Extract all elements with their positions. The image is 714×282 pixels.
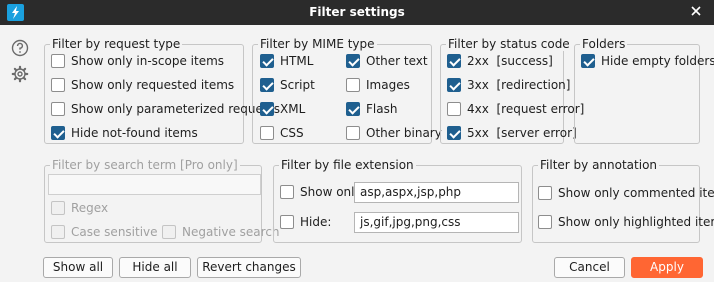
checkbox-box[interactable] bbox=[51, 102, 65, 116]
checkbox-box[interactable] bbox=[260, 54, 274, 68]
regex-checkbox[interactable]: Regex bbox=[51, 200, 108, 216]
help-icon[interactable] bbox=[11, 39, 29, 57]
status-2xx-checkbox[interactable]: 2xx [success] bbox=[447, 53, 553, 69]
title-bar: Filter settings bbox=[0, 0, 714, 25]
checkbox-label: Show only commented items bbox=[558, 186, 714, 200]
checkbox-box[interactable] bbox=[346, 126, 360, 140]
hide-all-button[interactable]: Hide all bbox=[119, 257, 191, 278]
checkbox-box[interactable] bbox=[581, 54, 595, 68]
annotation-legend: Filter by annotation bbox=[538, 158, 660, 172]
checkbox-label: Hide empty folders bbox=[601, 54, 714, 68]
checkbox-box[interactable] bbox=[162, 225, 176, 239]
checkbox-label: XML bbox=[280, 102, 306, 116]
annotation-group: Filter by annotation bbox=[532, 158, 700, 243]
checkbox-label: 4xx [request error] bbox=[467, 102, 585, 116]
checkbox-label: Flash bbox=[366, 102, 398, 116]
mime-flash-checkbox[interactable]: Flash bbox=[346, 101, 397, 117]
show-all-button[interactable]: Show all bbox=[43, 257, 113, 278]
mime-other-text-checkbox[interactable]: Other text bbox=[346, 53, 428, 69]
checkbox-box[interactable] bbox=[260, 126, 274, 140]
checkbox-label: Hide: bbox=[300, 215, 332, 229]
show-requested-checkbox[interactable]: Show only requested items bbox=[51, 77, 234, 93]
checkbox-box[interactable] bbox=[346, 54, 360, 68]
window-title: Filter settings bbox=[309, 5, 405, 19]
checkbox-label: Other text bbox=[366, 54, 428, 68]
hide-extension-input[interactable]: js,gif,jpg,png,css bbox=[354, 212, 519, 233]
checkbox-label: Regex bbox=[71, 201, 109, 215]
negative-search-checkbox[interactable]: Negative search bbox=[162, 224, 280, 240]
checkbox-box[interactable] bbox=[346, 78, 360, 92]
checkbox-label: Hide not-found items bbox=[71, 126, 198, 140]
checkbox-box[interactable] bbox=[538, 215, 552, 229]
mime-images-checkbox[interactable]: Images bbox=[346, 77, 410, 93]
checkbox-box[interactable] bbox=[447, 54, 461, 68]
checkbox-box[interactable] bbox=[538, 186, 552, 200]
checkbox-box[interactable] bbox=[260, 78, 274, 92]
checkbox-label: Other binary bbox=[366, 126, 442, 140]
checkbox-label: 3xx [redirection] bbox=[467, 78, 571, 92]
show-commented-checkbox[interactable]: Show only commented items bbox=[538, 185, 714, 201]
checkbox-box[interactable] bbox=[447, 126, 461, 140]
checkbox-label: Show only requested items bbox=[71, 78, 235, 92]
folders-legend: Folders bbox=[580, 37, 628, 51]
hide-empty-folders-checkbox[interactable]: Hide empty folders bbox=[581, 53, 714, 69]
checkbox-box[interactable] bbox=[280, 215, 294, 229]
mime-type-legend: Filter by MIME type bbox=[258, 37, 377, 51]
checkbox-box[interactable] bbox=[280, 185, 294, 199]
file-extension-legend: Filter by file extension bbox=[279, 158, 416, 172]
show-in-scope-checkbox[interactable]: Show only in-scope items bbox=[51, 53, 224, 69]
cancel-button[interactable]: Cancel bbox=[554, 257, 625, 278]
checkbox-label: Show only highlighted items bbox=[558, 215, 714, 229]
show-only-extension-input[interactable]: asp,aspx,jsp,php bbox=[354, 182, 519, 203]
revert-changes-button[interactable]: Revert changes bbox=[197, 257, 301, 278]
status-5xx-checkbox[interactable]: 5xx [server error] bbox=[447, 125, 577, 141]
search-term-legend: Filter by search term [Pro only] bbox=[50, 158, 240, 172]
checkbox-label: Show only in-scope items bbox=[71, 54, 225, 68]
status-code-legend: Filter by status code bbox=[446, 37, 572, 51]
checkbox-label: CSS bbox=[280, 126, 304, 140]
mime-xml-checkbox[interactable]: XML bbox=[260, 101, 305, 117]
checkbox-box[interactable] bbox=[447, 78, 461, 92]
checkbox-box[interactable] bbox=[260, 102, 274, 116]
gear-icon[interactable] bbox=[11, 65, 29, 83]
status-4xx-checkbox[interactable]: 4xx [request error] bbox=[447, 101, 584, 117]
checkbox-label: Case sensitive bbox=[71, 225, 158, 239]
checkbox-label: 5xx [server error] bbox=[467, 126, 577, 140]
mime-script-checkbox[interactable]: Script bbox=[260, 77, 315, 93]
show-highlighted-checkbox[interactable]: Show only highlighted items bbox=[538, 214, 714, 230]
mime-css-checkbox[interactable]: CSS bbox=[260, 125, 304, 141]
checkbox-box[interactable] bbox=[51, 126, 65, 140]
checkbox-label: Negative search bbox=[182, 225, 280, 239]
checkbox-box[interactable] bbox=[51, 201, 65, 215]
hide-extension-checkbox[interactable]: Hide: bbox=[280, 214, 331, 230]
mime-html-checkbox[interactable]: HTML bbox=[260, 53, 313, 69]
hide-not-found-checkbox[interactable]: Hide not-found items bbox=[51, 125, 198, 141]
checkbox-label: Script bbox=[280, 78, 315, 92]
show-only-extension-checkbox[interactable]: Show only: bbox=[280, 184, 365, 200]
checkbox-label: Show only parameterized requests bbox=[71, 102, 281, 116]
checkbox-box[interactable] bbox=[346, 102, 360, 116]
close-icon[interactable] bbox=[688, 3, 704, 19]
checkbox-box[interactable] bbox=[447, 102, 461, 116]
status-3xx-checkbox[interactable]: 3xx [redirection] bbox=[447, 77, 570, 93]
search-term-input[interactable] bbox=[48, 174, 261, 195]
show-parameterized-checkbox[interactable]: Show only parameterized requests bbox=[51, 101, 280, 117]
checkbox-label: Images bbox=[366, 78, 410, 92]
checkbox-label: 2xx [success] bbox=[467, 54, 553, 68]
checkbox-box[interactable] bbox=[51, 225, 65, 239]
checkbox-box[interactable] bbox=[51, 54, 65, 68]
case-sensitive-checkbox[interactable]: Case sensitive bbox=[51, 224, 158, 240]
checkbox-box[interactable] bbox=[51, 78, 65, 92]
request-type-legend: Filter by request type bbox=[50, 37, 183, 51]
apply-button[interactable]: Apply bbox=[631, 257, 703, 278]
mime-other-binary-checkbox[interactable]: Other binary bbox=[346, 125, 442, 141]
checkbox-label: HTML bbox=[280, 54, 314, 68]
